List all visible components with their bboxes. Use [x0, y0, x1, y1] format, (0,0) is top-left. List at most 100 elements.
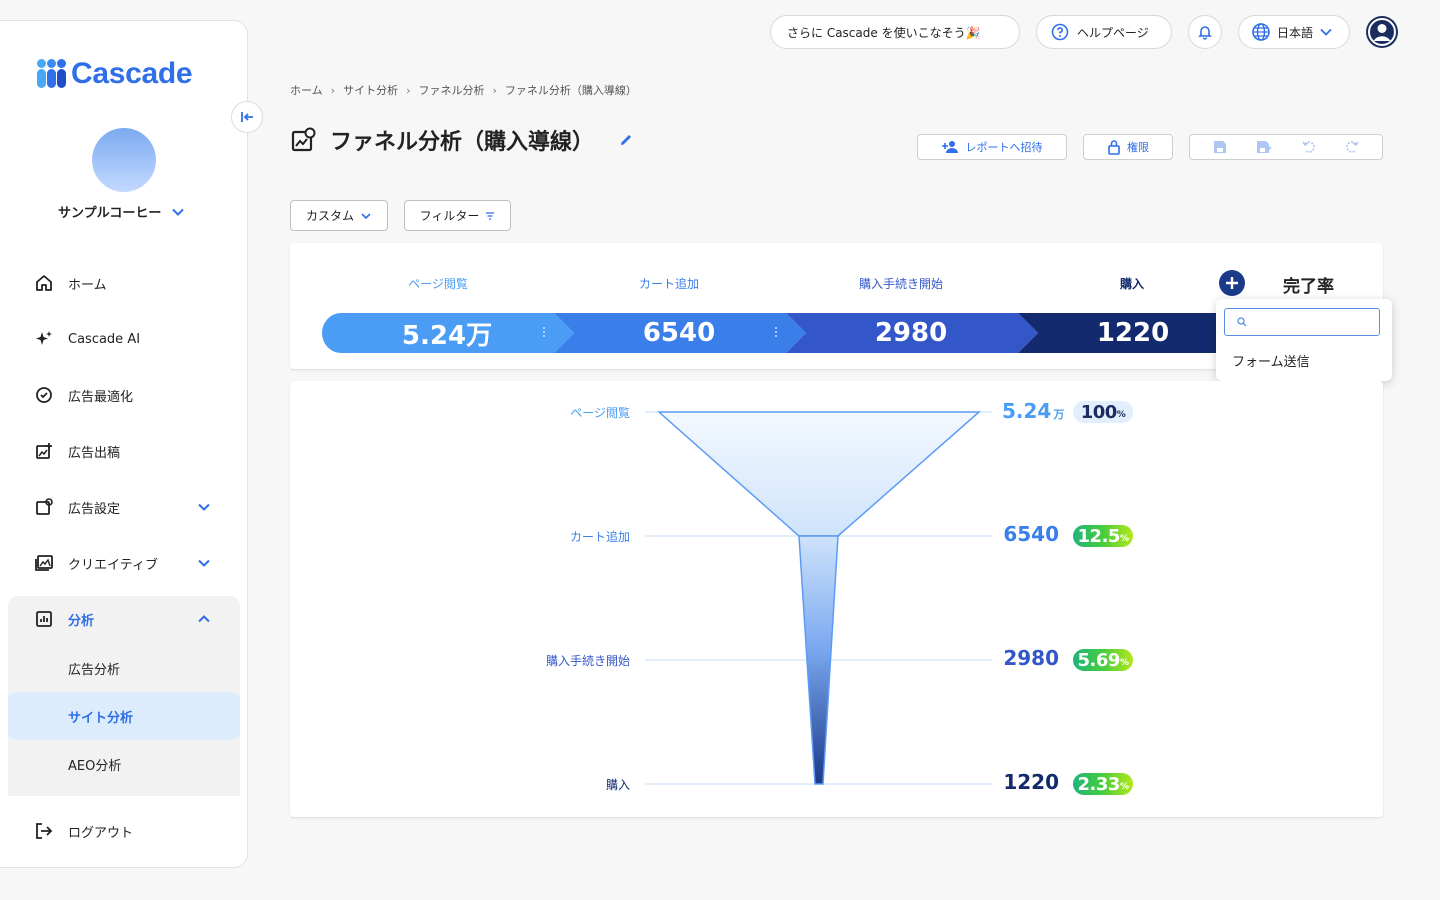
- page-title: ファネル分析（購入導線）: [330, 130, 595, 155]
- funnel-label-add-cart: カート追加: [569, 530, 630, 544]
- sparkle-icon: [34, 329, 54, 349]
- sidebar-item-label: 分析: [68, 613, 95, 629]
- sidebar-item-logout[interactable]: ログアウト: [34, 821, 234, 841]
- funnel-value-page-view: 5.24 万: [1002, 399, 1064, 423]
- edit-title-icon[interactable]: [618, 132, 634, 148]
- sidebar-item-analytics[interactable]: 分析: [34, 609, 234, 629]
- funnel-value-checkout: 2980: [1003, 646, 1059, 670]
- rate-unit: %: [1119, 658, 1129, 668]
- funnel-top-segment[interactable]: [657, 411, 981, 537]
- filter-label: フィルター: [419, 209, 480, 223]
- dropdown-search-input[interactable]: [1224, 308, 1380, 336]
- brand-logo[interactable]: Cascade: [37, 57, 193, 91]
- funnel-value-add-cart: 6540: [1003, 522, 1059, 546]
- rate-value: 5.69: [1077, 649, 1121, 671]
- rate-value: 12.5: [1077, 525, 1121, 547]
- promo-button[interactable]: さらに Cascade を使いこなそう🎉: [770, 15, 1020, 49]
- promo-label: さらに Cascade を使いこなそう🎉: [787, 25, 981, 40]
- breadcrumb-funnel[interactable]: ファネル分析: [418, 82, 484, 98]
- account-avatar[interactable]: [92, 128, 156, 192]
- undo-icon[interactable]: [1301, 139, 1317, 155]
- breadcrumb-separator-icon: ›: [492, 83, 497, 97]
- sidebar-item-label: クリエイティブ: [68, 557, 158, 573]
- sidebar-item-home[interactable]: ホーム: [34, 273, 234, 293]
- sidebar-item-label: 広告最適化: [68, 389, 134, 405]
- funnel-label-page-view: ページ閲覧: [570, 406, 630, 420]
- invite-label: レポートへ招待: [965, 141, 1043, 154]
- add-user-icon: [941, 141, 958, 153]
- sidebar-item-ad-post[interactable]: 広告出稿: [34, 441, 234, 461]
- page-header: ファネル分析（購入導線）: [290, 124, 634, 156]
- rate-badge-checkout: 5.69%: [1073, 649, 1133, 671]
- help-button[interactable]: ヘルプページ: [1036, 15, 1172, 49]
- breadcrumb-separator-icon: ›: [330, 83, 336, 97]
- filter-button[interactable]: フィルター: [404, 200, 511, 231]
- breadcrumb-site-analysis[interactable]: サイト分析: [343, 82, 398, 98]
- rate-badge-purchase: 2.33%: [1073, 773, 1133, 795]
- save-as-icon[interactable]: [1255, 139, 1273, 155]
- funnel-label-purchase: 購入: [605, 778, 630, 792]
- account-name: サンプルコーヒー: [58, 206, 162, 221]
- brand-name: Cascade: [71, 57, 193, 90]
- sidebar: Cascade サンプルコーヒー ホーム Cascade AI 広告最適化 広告…: [0, 20, 248, 868]
- funnel-value-unit: 万: [1053, 408, 1065, 421]
- sidebar-item-label: ログアウト: [68, 825, 134, 841]
- chevron-down-icon: [172, 208, 185, 216]
- collapse-sidebar-button[interactable]: [231, 101, 263, 133]
- user-avatar[interactable]: [1366, 16, 1398, 48]
- funnel-chart: [645, 411, 992, 785]
- save-icon[interactable]: [1212, 139, 1228, 155]
- plus-icon: [1226, 277, 1238, 289]
- dropdown-option-form-submit[interactable]: フォーム送信: [1232, 351, 1310, 370]
- collapse-left-icon: [241, 112, 253, 122]
- report-icon: [291, 127, 316, 152]
- analytics-icon: [34, 609, 54, 629]
- rate-value: 100: [1080, 401, 1118, 423]
- sidebar-sub-ad-analysis[interactable]: 広告分析: [68, 659, 120, 678]
- sidebar-item-label: 広告出稿: [68, 445, 121, 461]
- chevron-down-icon[interactable]: [196, 499, 212, 515]
- completion-rate-label: 完了率: [1283, 277, 1334, 297]
- help-icon: [1051, 23, 1069, 41]
- globe-icon: [1252, 23, 1270, 41]
- ad-settings-icon: [34, 497, 54, 517]
- funnel-label-checkout: 購入手続き開始: [545, 654, 630, 668]
- chevron-down-icon: [361, 212, 371, 219]
- rate-badge-add-cart: 12.5%: [1073, 525, 1133, 547]
- redo-icon[interactable]: [1344, 139, 1360, 155]
- home-icon: [34, 273, 54, 293]
- lock-icon: [1108, 140, 1120, 155]
- permission-button[interactable]: 権限: [1083, 134, 1173, 160]
- sidebar-sub-site-analysis[interactable]: サイト分析: [68, 707, 133, 726]
- sidebar-item-ad-settings[interactable]: 広告設定: [34, 497, 234, 517]
- sidebar-sub-aeo-analysis[interactable]: AEO分析: [68, 755, 121, 774]
- logout-icon: [34, 821, 54, 841]
- step-label-purchase[interactable]: 購入: [1032, 275, 1232, 292]
- notifications-button[interactable]: [1188, 15, 1222, 49]
- creative-icon: [34, 553, 54, 573]
- step-value-page-view: 5.24万: [401, 320, 493, 351]
- bell-icon: [1198, 26, 1212, 40]
- rate-badge-page-view: 100%: [1073, 401, 1133, 423]
- ad-post-icon: [34, 441, 54, 461]
- invite-report-button[interactable]: レポートへ招待: [917, 134, 1067, 160]
- period-select[interactable]: カスタム: [290, 200, 388, 231]
- sidebar-item-optimize[interactable]: 広告最適化: [34, 385, 234, 405]
- account-switcher[interactable]: サンプルコーヒー: [58, 202, 185, 221]
- step-value-purchase: 1220: [1096, 318, 1170, 348]
- chevron-down-icon[interactable]: [196, 555, 212, 571]
- step-label-add-cart[interactable]: カート追加: [569, 275, 769, 292]
- step-label-checkout[interactable]: 購入手続き開始: [801, 275, 1001, 292]
- chevron-up-icon[interactable]: [196, 611, 212, 627]
- chevron-down-icon: [1320, 28, 1332, 36]
- sidebar-item-creative[interactable]: クリエイティブ: [34, 553, 234, 573]
- user-icon: [1368, 18, 1396, 46]
- step-label-page-view[interactable]: ページ閲覧: [338, 275, 538, 292]
- breadcrumb: ホーム › サイト分析 › ファネル分析 › ファネル分析（購入導線）: [290, 82, 637, 98]
- sidebar-item-cascade-ai[interactable]: Cascade AI: [34, 329, 234, 349]
- funnel-value-number: 5.24: [1002, 399, 1052, 423]
- breadcrumb-home[interactable]: ホーム: [290, 82, 323, 98]
- add-step-button[interactable]: [1219, 270, 1245, 296]
- language-select[interactable]: 日本語: [1238, 15, 1350, 49]
- optimize-icon: [34, 385, 54, 405]
